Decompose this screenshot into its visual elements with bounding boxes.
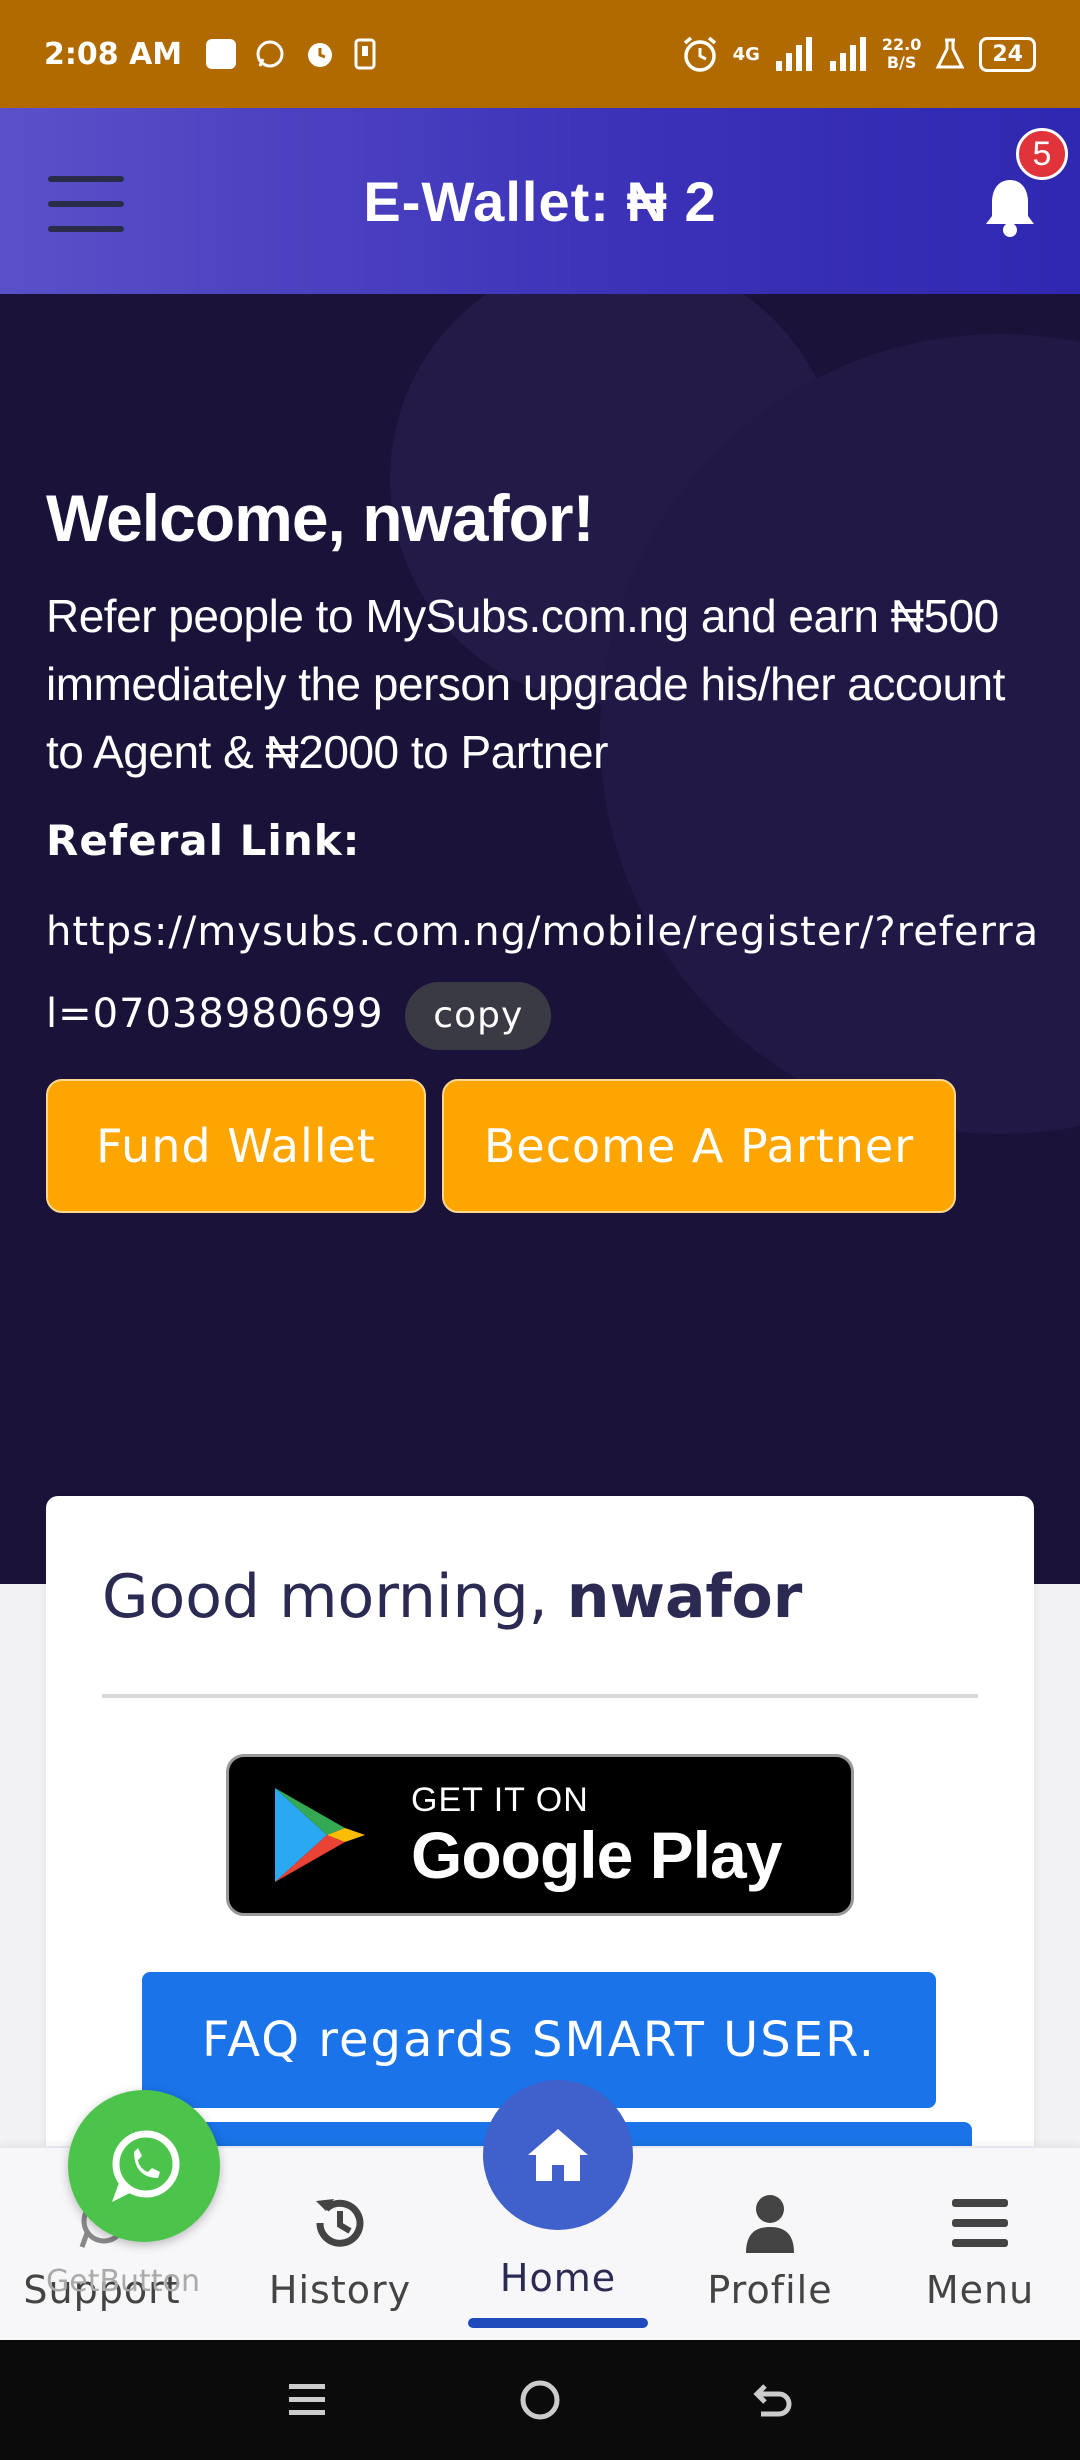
alarm-status-icon (308, 43, 333, 67)
gplay-big-text: Google Play (411, 1817, 782, 1892)
nav-profile[interactable]: Profile (670, 2188, 870, 2312)
net-speed-unit: B/S (886, 53, 917, 72)
history-icon (316, 2199, 364, 2247)
battery-indicator: 24 (979, 36, 1036, 72)
status-time: 2:08 AM (44, 36, 183, 72)
greeting-prefix: Good morning, (102, 1562, 567, 1632)
greeting-name: nwafor (566, 1562, 803, 1632)
notification-badge[interactable]: 5 (1016, 128, 1068, 180)
system-navigation-bar (0, 2340, 1080, 2460)
net-speed: 22.0 B/S (882, 36, 921, 72)
hero-section: Welcome, nwafor! Refer people to MySubs.… (0, 294, 1080, 1584)
divider (102, 1694, 978, 1698)
nav-menu[interactable]: Menu (880, 2188, 1080, 2312)
whatsapp-status-icon (256, 40, 284, 68)
getbutton-watermark: GetButton (46, 2264, 200, 2299)
welcome-heading: Welcome, nwafor! (46, 481, 595, 555)
bell-icon[interactable] (980, 174, 1040, 238)
gplay-small-text: GET IT ON (411, 1780, 589, 1819)
whatsapp-icon (112, 2130, 180, 2202)
app-notification-icon (206, 39, 237, 69)
become-partner-button[interactable]: Become A Partner (442, 1079, 956, 1213)
home-circle-icon[interactable] (518, 2378, 562, 2422)
status-bar: 2:08 AM 4G 22.0 B/S 24 (0, 0, 1080, 108)
nav-home-label: Home (499, 2256, 617, 2300)
flask-icon (935, 38, 965, 69)
sim-status-icon (354, 38, 376, 70)
google-play-badge[interactable]: GET IT ON Google Play (226, 1754, 854, 1916)
referral-link-row: https://mysubs.com.ng/mobile/register/?r… (46, 891, 1046, 1055)
back-icon[interactable] (751, 2378, 795, 2422)
copy-button[interactable]: copy (405, 982, 552, 1050)
app-header: E-Wallet: ₦ 2 5 (0, 108, 1080, 294)
referral-label: Referal Link: (46, 816, 361, 865)
wallet-balance-title: E-Wallet: ₦ 2 (363, 169, 717, 233)
alarm-icon (683, 36, 716, 72)
person-icon (746, 2195, 794, 2253)
referral-description: Refer people to MySubs.com.ng and earn ₦… (46, 590, 1005, 778)
nav-label: Profile (707, 2268, 833, 2312)
greeting: Good morning, nwafor (102, 1562, 802, 1632)
hamburger-menu-icon[interactable] (48, 176, 124, 232)
signal-icon (775, 37, 812, 71)
whatsapp-float-button[interactable] (68, 2090, 220, 2242)
network-type: 4G (732, 43, 760, 65)
nav-label: History (268, 2268, 412, 2312)
nav-home-button[interactable] (483, 2080, 633, 2230)
menu-icon (952, 2199, 1008, 2247)
recents-icon[interactable] (285, 2380, 329, 2420)
net-speed-value: 22.0 (881, 35, 922, 54)
nav-label: Menu (925, 2268, 1035, 2312)
fund-wallet-button[interactable]: Fund Wallet (46, 1079, 426, 1213)
signal-2-icon (829, 37, 866, 71)
nav-history[interactable]: History (240, 2188, 440, 2312)
google-play-icon (275, 1788, 365, 1882)
home-icon (528, 2129, 588, 2181)
active-tab-indicator (468, 2318, 648, 2328)
